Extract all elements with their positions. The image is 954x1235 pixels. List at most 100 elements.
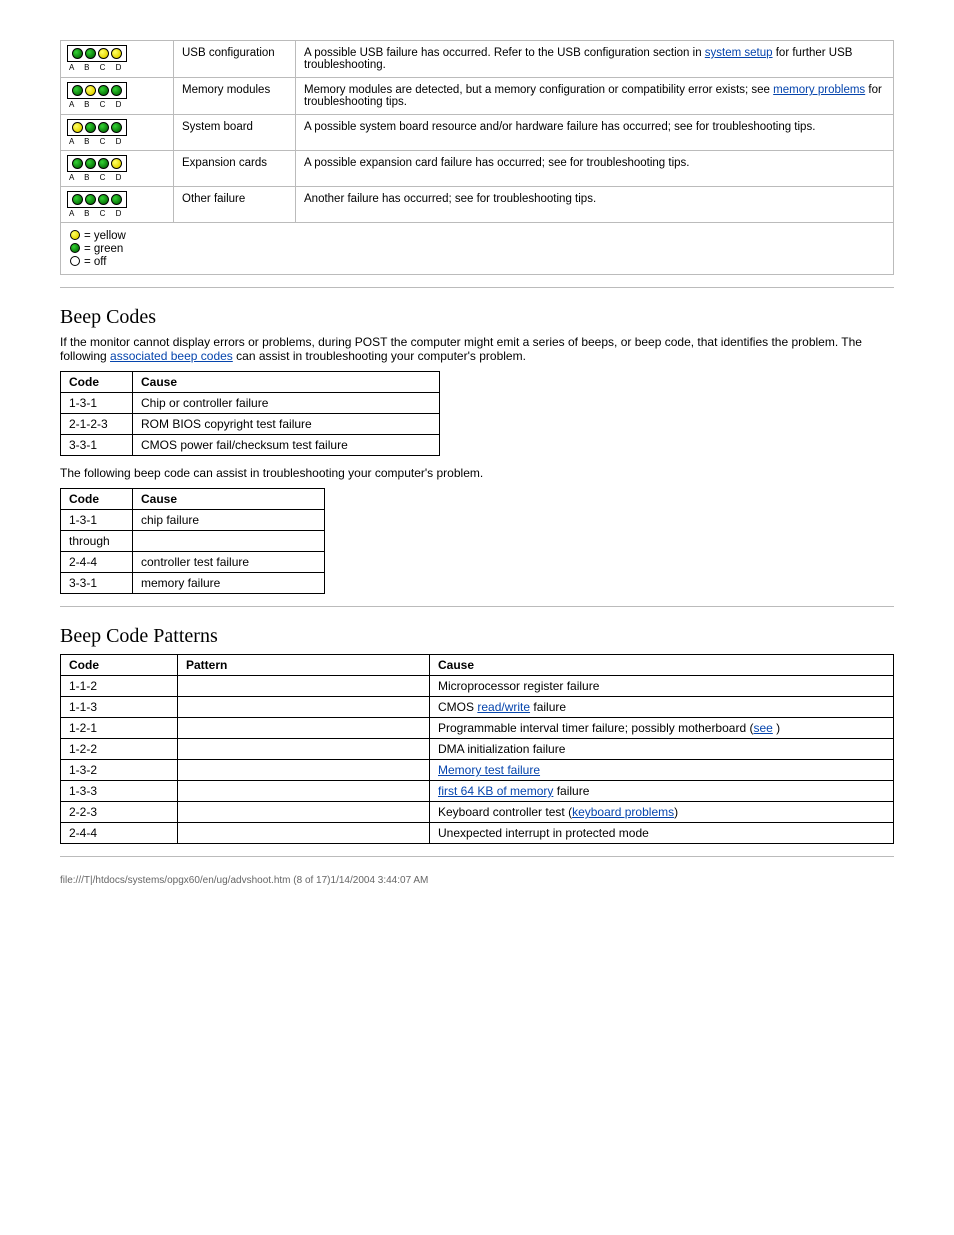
table-cell: Keyboard controller test (keyboard probl… [430,802,894,823]
table-cell [178,697,430,718]
led-green-icon [72,158,83,169]
table-cell [178,718,430,739]
led-yellow-icon [111,48,122,59]
led-cell: A B C D [61,41,174,78]
table-cell: CMOS read/write failure [430,697,894,718]
led-yellow-icon [72,122,83,133]
table-cell: 1-3-2 [61,760,178,781]
diag-cause: USB configuration [174,41,296,78]
led-green-icon [111,85,122,96]
table-cell [178,739,430,760]
col-header: Code [61,655,178,676]
beep-code-table-1: CodeCause1-3-1Chip or controller failure… [60,371,440,456]
table-link[interactable]: read/write [477,700,530,714]
associated-beep-codes-link[interactable]: associated beep codes [110,349,233,363]
table-cell: DMA initialization failure [430,739,894,760]
table-cell: 2-1-2-3 [61,414,133,435]
led-green-icon [85,194,96,205]
led-cell: A B C D [61,187,174,223]
table-cell: 2-4-4 [61,552,133,573]
table-cell [178,781,430,802]
led-labels: A B C D [67,173,167,182]
led-cell: A B C D [61,78,174,115]
col-header: Code [61,489,133,510]
led-green-icon [98,158,109,169]
led-legend: = yellow = green = off [61,223,894,275]
table-cell: Programmable interval timer failure; pos… [430,718,894,739]
led-yellow-icon [98,48,109,59]
led-labels: A B C D [67,137,167,146]
table-cell: 1-2-2 [61,739,178,760]
table-cell [178,823,430,844]
col-header: Code [61,372,133,393]
table-cell: 1-1-3 [61,697,178,718]
table-cell: 1-3-1 [61,510,133,531]
beep-note: The following beep code can assist in tr… [60,466,894,480]
led-cell: A B C D [61,151,174,187]
table-cell [133,531,325,552]
col-header: Pattern [178,655,430,676]
table-cell: Memory test failure [430,760,894,781]
diag-link[interactable]: system setup [705,47,773,59]
beep-pattern-table: CodePatternCause 1-1-2 Microprocessor regi… [60,654,894,844]
col-header: Cause [133,489,325,510]
table-cell: ROM BIOS copyright test failure [133,414,440,435]
led-green-icon [72,194,83,205]
led-green-icon [98,194,109,205]
table-cell: Unexpected interrupt in protected mode [430,823,894,844]
diag-text: A possible USB failure has occurred. Ref… [296,41,894,78]
table-link[interactable]: keyboard problems [572,805,674,819]
table-cell: controller test failure [133,552,325,573]
table-link[interactable]: see [753,721,772,735]
diag-cause: Expansion cards [174,151,296,187]
led-labels: A B C D [67,100,167,109]
diagnostic-led-table: A B C D USB configurationA possible USB f… [60,40,894,275]
led-green-icon [111,122,122,133]
beep-codes-heading: Beep Codes [60,306,894,329]
diag-link[interactable]: memory problems [773,84,865,96]
led-yellow-icon [85,85,96,96]
led-green-icon [98,85,109,96]
col-header: Cause [133,372,440,393]
legend-yellow: = yellow [84,230,126,242]
beep-intro-text-2: can assist in troubleshooting your compu… [236,349,526,363]
led-green-icon [72,48,83,59]
table-cell: Chip or controller failure [133,393,440,414]
table-cell: 1-1-2 [61,676,178,697]
table-cell: Microprocessor register failure [430,676,894,697]
table-cell: first 64 KB of memory failure [430,781,894,802]
diag-cause: System board [174,115,296,151]
diag-text: Another failure has occurred; see for tr… [296,187,894,223]
diag-text: A possible system board resource and/or … [296,115,894,151]
beep-code-patterns-heading: Beep Code Patterns [60,625,894,648]
led-cell: A B C D [61,115,174,151]
diag-cause: Memory modules [174,78,296,115]
led-green-icon [85,158,96,169]
table-cell: through [61,531,133,552]
table-link[interactable]: Memory test failure [438,763,540,777]
table-cell: 3-3-1 [61,573,133,594]
table-cell: 2-4-4 [61,823,178,844]
diag-text: Memory modules are detected, but a memor… [296,78,894,115]
table-cell: 1-2-1 [61,718,178,739]
led-labels: A B C D [67,63,167,72]
beep-code-table-2: CodeCause1-3-1chip failurethrough2-4-4co… [60,488,325,594]
table-cell: 1-3-1 [61,393,133,414]
table-cell: 3-3-1 [61,435,133,456]
table-cell [178,676,430,697]
led-green-icon [98,122,109,133]
table-cell: 1-3-3 [61,781,178,802]
table-cell [178,760,430,781]
led-yellow-icon [111,158,122,169]
table-cell: memory failure [133,573,325,594]
led-green-icon [85,48,96,59]
led-green-icon [85,122,96,133]
table-link[interactable]: first 64 KB of memory [438,784,553,798]
beep-intro: If the monitor cannot display errors or … [60,335,894,363]
led-green-icon [72,85,83,96]
legend-off: = off [84,256,107,268]
led-green-icon [111,194,122,205]
diag-cause: Other failure [174,187,296,223]
col-header: Cause [430,655,894,676]
table-cell: CMOS power fail/checksum test failure [133,435,440,456]
